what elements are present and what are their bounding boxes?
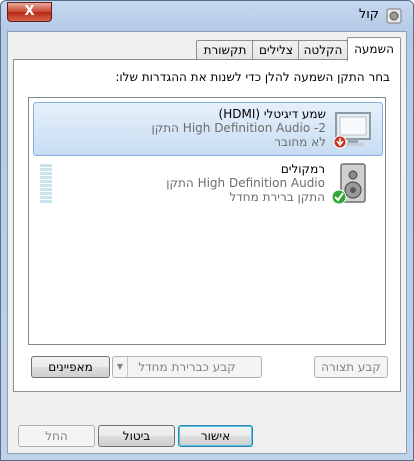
chevron-down-icon[interactable]: ▼ [113,357,128,377]
device-item-speakers[interactable]: רמקולים High Definition Audio התקן התקן … [33,158,381,210]
close-button[interactable]: X [7,2,52,22]
tab-sounds[interactable]: צלילים [252,40,300,60]
device-driver: High Definition Audio -2 התקן [151,121,326,135]
window-title: קול [358,7,379,22]
device-item-hdmi[interactable]: שמע דיגיטלי (HDMI) High Definition Audio… [33,102,383,156]
tab-playback[interactable]: השמעה [347,37,401,61]
sound-dialog: X קול תקשורת צלילים הקלטה השמעה בחר התקן… [0,0,414,461]
title-bar[interactable]: X קול [1,1,413,31]
device-name: שמע דיגיטלי (HDMI) [218,107,326,121]
configure-button[interactable]: קבע תצורה [314,356,388,378]
device-text: שמע דיגיטלי (HDMI) High Definition Audio… [151,107,326,149]
properties-button[interactable]: מאפיינים [31,356,110,378]
apply-button[interactable]: החל [18,425,95,447]
instruction-text: בחר התקן השמעה להלן כדי לשנות את ההגדרות… [115,70,390,84]
device-name: רמקולים [280,162,325,176]
device-status: לא מחובר [274,135,326,149]
ok-button[interactable]: אישור [178,425,253,447]
speaker-icon [386,8,402,24]
disconnected-icon [333,135,347,149]
set-default-label: קבע כברירת מחדל [138,360,236,374]
tab-recording[interactable]: הקלטה [298,40,348,60]
device-driver: High Definition Audio התקן [166,176,325,190]
device-status: התקן ברירת מחדל [229,190,325,204]
device-list[interactable]: שמע דיגיטלי (HDMI) High Definition Audio… [28,97,386,345]
tab-communications[interactable]: תקשורת [196,40,254,60]
cancel-button[interactable]: ביטול [98,425,175,447]
monitor-speaker-icon [333,112,371,149]
default-check-icon [331,189,347,205]
set-default-button[interactable]: ▼ קבע כברירת מחדל [112,356,262,378]
device-text: רמקולים High Definition Audio התקן התקן … [166,162,325,204]
volume-level-meter [40,164,52,206]
playback-panel: בחר התקן השמעה להלן כדי לשנות את ההגדרות… [13,59,401,392]
speaker-icon [331,163,366,205]
dialog-client: תקשורת צלילים הקלטה השמעה בחר התקן השמעה… [7,31,407,454]
